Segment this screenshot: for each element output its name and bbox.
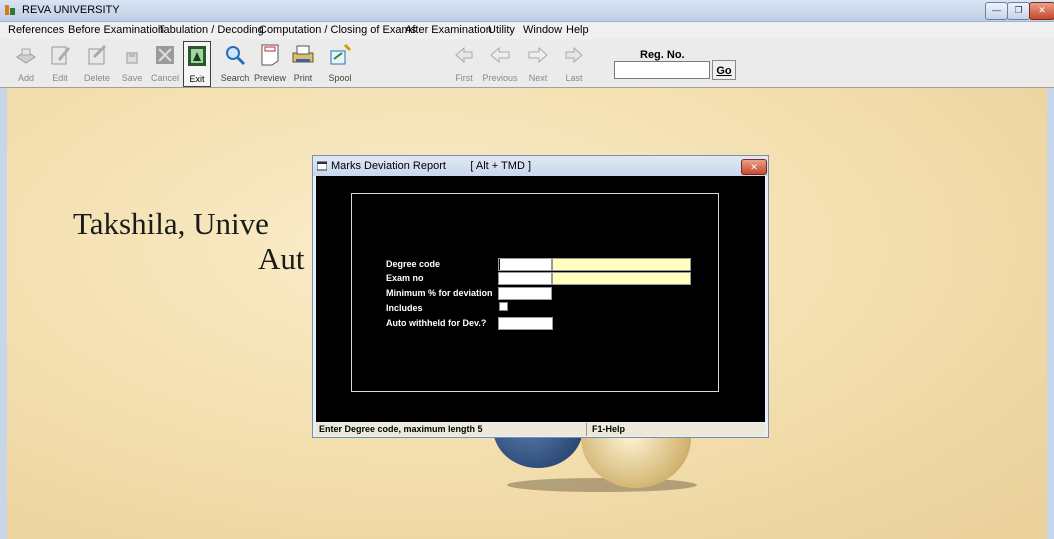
go-button[interactable]: Go bbox=[712, 60, 736, 80]
first-icon bbox=[455, 46, 473, 64]
degree-code-label: Degree code bbox=[386, 259, 441, 269]
includes-label: Includes bbox=[386, 303, 423, 313]
restore-button[interactable]: ❐ bbox=[1007, 2, 1030, 20]
help-hint: F1-Help bbox=[592, 424, 626, 434]
menu-bar: References Before Examination Tabulation… bbox=[0, 22, 1054, 39]
background-ball-shadow bbox=[507, 478, 697, 492]
edit-icon bbox=[51, 46, 70, 65]
delete-button[interactable]: Delete bbox=[80, 41, 114, 85]
print-icon bbox=[292, 45, 314, 63]
app-icon bbox=[5, 5, 15, 15]
close-button[interactable]: ✕ bbox=[1029, 2, 1054, 20]
save-button[interactable]: Save bbox=[118, 41, 146, 85]
go-label: Go bbox=[716, 65, 732, 77]
background-title-line2: Aut bbox=[258, 241, 305, 276]
degree-description-field bbox=[552, 258, 691, 271]
menu-computation-closing[interactable]: Computation / Closing of Exams bbox=[259, 24, 416, 36]
min-percent-label: Minimum % for deviation bbox=[386, 288, 493, 298]
spool-icon bbox=[330, 43, 352, 65]
exam-no-label: Exam no bbox=[386, 273, 424, 283]
previous-button[interactable]: Previous bbox=[482, 41, 518, 85]
app-title-bar: REVA UNIVERSITY — ❐ ✕ bbox=[0, 0, 1054, 22]
dialog-close-button[interactable]: ✕ bbox=[741, 159, 767, 175]
add-icon bbox=[16, 48, 36, 64]
exam-description-field bbox=[552, 272, 691, 285]
cancel-icon bbox=[156, 46, 174, 64]
preview-button[interactable]: Preview bbox=[254, 41, 286, 85]
background-title-line1: Takshila, Unive bbox=[73, 206, 269, 241]
status-separator bbox=[586, 423, 587, 436]
exam-no-input[interactable] bbox=[498, 272, 552, 285]
dialog-status-bar: Enter Degree code, maximum length 5 F1-H… bbox=[316, 423, 765, 436]
menu-help[interactable]: Help bbox=[566, 24, 589, 36]
degree-code-input[interactable] bbox=[498, 258, 552, 271]
exit-button[interactable]: Exit bbox=[183, 41, 211, 87]
cancel-button[interactable]: Cancel bbox=[150, 41, 180, 85]
edit-button[interactable]: Edit bbox=[46, 41, 74, 85]
last-icon bbox=[565, 46, 583, 64]
marks-deviation-dialog: Marks Deviation Report [ Alt + TMD ] ✕ D… bbox=[312, 155, 769, 438]
dialog-title-bar: Marks Deviation Report [ Alt + TMD ] ✕ bbox=[313, 156, 768, 176]
next-icon bbox=[528, 46, 548, 64]
menu-after-examination[interactable]: After Examination bbox=[405, 24, 492, 36]
spool-button[interactable]: Spool bbox=[323, 41, 357, 85]
preview-icon bbox=[261, 44, 279, 66]
menu-window[interactable]: Window bbox=[523, 24, 562, 36]
dialog-title: Marks Deviation Report [ Alt + TMD ] bbox=[331, 160, 531, 172]
previous-icon bbox=[490, 46, 510, 64]
dialog-body: Degree code Exam no Minimum % for deviat… bbox=[316, 176, 765, 422]
text-caret bbox=[499, 259, 500, 270]
status-message: Enter Degree code, maximum length 5 bbox=[319, 424, 483, 434]
app-title: REVA UNIVERSITY bbox=[22, 4, 120, 16]
menu-before-examination[interactable]: Before Examination bbox=[68, 24, 164, 36]
menu-tabulation-decoding[interactable]: Tabulation / Decoding bbox=[158, 24, 264, 36]
form-icon bbox=[317, 161, 327, 171]
first-button[interactable]: First bbox=[450, 41, 478, 85]
menu-utility[interactable]: Utility bbox=[488, 24, 515, 36]
print-button[interactable]: Print bbox=[289, 41, 317, 85]
auto-withheld-label: Auto withheld for Dev.? bbox=[386, 318, 487, 328]
toolbar: Add Edit Delete Save Cancel Exit Search … bbox=[0, 39, 1054, 88]
next-button[interactable]: Next bbox=[524, 41, 552, 85]
auto-withheld-input[interactable] bbox=[498, 317, 553, 330]
reg-no-input[interactable] bbox=[614, 61, 710, 79]
min-percent-input[interactable] bbox=[498, 287, 552, 300]
search-button[interactable]: Search bbox=[218, 41, 252, 85]
exit-icon bbox=[188, 46, 206, 66]
delete-icon bbox=[88, 44, 107, 65]
menu-references[interactable]: References bbox=[8, 24, 64, 36]
reg-no-label: Reg. No. bbox=[640, 49, 685, 61]
add-button[interactable]: Add bbox=[12, 41, 40, 85]
minimize-button[interactable]: — bbox=[985, 2, 1008, 20]
search-icon bbox=[226, 46, 246, 66]
save-icon bbox=[126, 52, 138, 64]
includes-checkbox[interactable] bbox=[499, 302, 508, 311]
last-button[interactable]: Last bbox=[560, 41, 588, 85]
